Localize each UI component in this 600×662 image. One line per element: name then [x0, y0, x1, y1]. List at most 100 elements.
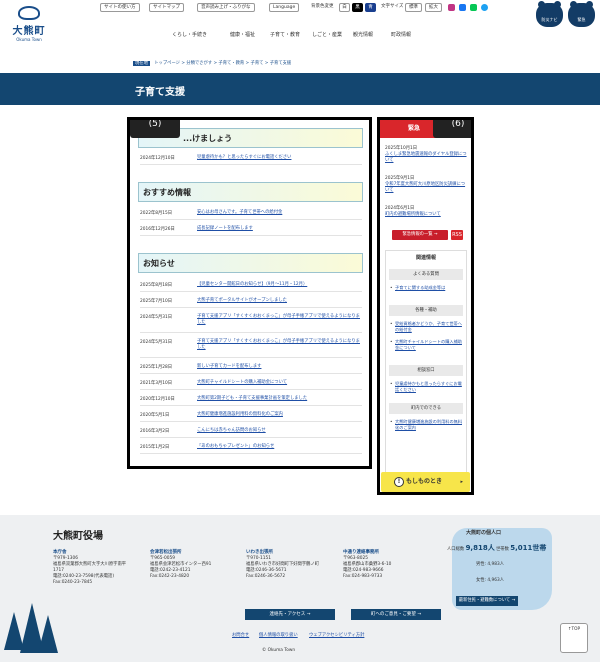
nav-work[interactable]: しごと・産業 [312, 31, 342, 38]
contact-access-button[interactable]: 連絡先・アクセス → [245, 609, 335, 620]
readaloud-link[interactable]: 音声読み上げ・ふりがな [197, 3, 255, 12]
language-link[interactable]: Language [269, 3, 300, 12]
item-date: 2021年3月10日 [140, 381, 173, 386]
region-label-6: (6) [433, 120, 471, 138]
item-link[interactable]: 大熊子育てポータルサイトがオープンしました [197, 298, 362, 304]
side-column-region: (6) 緊急 2025年10月1日 ふくしま緊急地震速報のダイヤル登録について … [377, 117, 474, 495]
item-link[interactable]: 【児童センター開館日のお知らせ】（9月～11月・12月） [197, 282, 362, 288]
population-total-label: 人口総数 [447, 547, 465, 552]
opinion-button[interactable]: 町へのご意見・ご要望 → [351, 609, 441, 620]
item-date: 2016年12月26日 [140, 227, 175, 232]
list-item: 2021年3月10日 大熊町チャイルドシートの購入補助金について [140, 379, 362, 390]
site-footer: 大熊町役場 本庁舎 〒979-1306 福島県双葉郡大熊町大字大川原字南平 17… [0, 515, 600, 662]
item-link[interactable]: 「あのおもちゃプレゼント」のお知らせ [197, 444, 362, 450]
share-icon[interactable] [481, 4, 488, 11]
list-item: 2024年5月31日 子育て支援アプリ「すくすくおおくまっこ」が母子手帳アプリで… [140, 313, 362, 333]
population-female-value: 4,963人 [487, 578, 505, 583]
office-line: Fax:0240-23-7845 [53, 580, 93, 585]
line-icon[interactable] [470, 4, 477, 11]
population-male-label: 男性 [476, 562, 485, 567]
population-female-label: 女性 [476, 578, 485, 583]
section-title-recommend: おすすめ情報 [143, 188, 191, 197]
list-item: 2016年3月2日 こんにちは赤ちゃん訪問のお知らせ [140, 427, 362, 438]
footer-title: 大熊町役場 [53, 531, 103, 542]
related-info-panel: 関連情報 よくある質問 子育てに関する助成金等は 各種・補助 受給資格者かどうか… [385, 250, 467, 492]
related-link[interactable]: 児童虐待かもと思ったらすぐにお電話ください [390, 381, 463, 393]
color-blue-button[interactable]: 青 [365, 3, 376, 12]
rss-icon[interactable]: RSS [451, 230, 463, 240]
office-aizu: 会津若松出張所 〒965-0059 福島県会津若松市インター西91 電話:024… [150, 550, 240, 580]
office-line: Fax:0242-23-4820 [150, 574, 190, 579]
footer-link-contact[interactable]: お問合せ [232, 632, 249, 638]
population-female: 女性: 4,963人 [476, 578, 505, 583]
back-to-top-button[interactable]: ↑TOP [560, 623, 588, 653]
instagram-icon[interactable] [448, 4, 455, 11]
emergency-item: 2025年9月1日 令和7年度大熊町大川原地区防災訓練について [385, 176, 469, 194]
item-date: 2020年12月10日 [140, 397, 175, 402]
item-date: 2025年1月28日 [140, 365, 173, 370]
office-line: Fax:024-983-9733 [343, 574, 383, 579]
item-link[interactable]: 令和7年度大熊町大川原地区防災訓練について [385, 182, 469, 194]
related-link[interactable]: 受給資格者かどうか、子育て世帯への給付金 [390, 321, 463, 333]
item-date: 2024年5月31日 [140, 340, 173, 345]
list-item: 2024年12月10日 児童虐待かも？と思ったらすぐにお電話ください [140, 154, 362, 165]
population-detail-button[interactable]: 最新住民・避難数について → [456, 596, 518, 606]
item-date: 2020年5月1日 [140, 413, 170, 418]
logo-subtext: Okuma Town [16, 37, 42, 42]
office-main: 本庁舎 〒979-1306 福島県双葉郡大熊町大字大川原字南平 1717 電話:… [53, 550, 143, 586]
sitemap-link[interactable]: サイトマップ [149, 3, 184, 12]
nav-childcare[interactable]: 子育て・教育 [270, 31, 300, 38]
item-link[interactable]: こんにちは赤ちゃん訪問のお知らせ [197, 428, 362, 434]
emergency-list-button[interactable]: 緊急情報の一覧 → [392, 230, 448, 240]
item-link[interactable]: 児童虐待かも？と思ったらすぐにお電話ください [197, 155, 362, 161]
office-line: Fax:0246-36-5672 [246, 574, 286, 579]
nav-living[interactable]: くらし・手続き [172, 31, 207, 38]
nav-townpolicy[interactable]: 町政情報 [391, 31, 411, 38]
emergency-item: 2024年6月1日 町内の避難場所情報について [385, 206, 469, 218]
color-white-button[interactable]: 白 [339, 3, 350, 12]
emergency-guide-label: もしものとき [406, 478, 443, 485]
disaster-navi-button[interactable]: 防災ナビ [536, 1, 563, 27]
list-item: 2025年1月28日 新しい子育てカードを配布します [140, 363, 362, 374]
item-link[interactable]: 成長記録ノートを配布します [197, 226, 362, 232]
chevron-right-icon: ▸ [460, 479, 463, 485]
population-male: 男性: 4,983人 [476, 562, 505, 567]
item-link[interactable]: 大熊町健康増進施設利用料の無料化のご案内 [197, 412, 362, 418]
footer-link-privacy[interactable]: 個人情報の取り扱い [259, 632, 298, 638]
fontsize-normal-button[interactable]: 標準 [405, 3, 422, 12]
related-link[interactable]: 大熊町健康増進施設の利用料の無料化のご案内 [390, 419, 463, 431]
fontsize-label: 文字サイズ [381, 3, 404, 12]
population-households-value: 5,011世帯 [510, 544, 547, 552]
item-date: 2025年8月18日 [140, 283, 173, 288]
town-logo[interactable]: 大熊町 Okuma Town [9, 6, 49, 42]
related-link[interactable]: 大熊町チャイルドシートの購入補助金について [390, 339, 463, 351]
facebook-icon[interactable] [459, 4, 466, 11]
list-item: 2015年1月2日 「あのおもちゃプレゼント」のお知らせ [140, 443, 362, 454]
footer-link-accessibility[interactable]: ウェブアクセシビリティ方針 [309, 632, 364, 638]
item-link[interactable]: ふくしま緊急地震速報のダイヤル登録について [385, 152, 469, 164]
item-link[interactable]: 新しい子育てカードを配布します [197, 364, 362, 370]
howto-link[interactable]: サイトの使い方 [100, 3, 140, 12]
color-change-label: 背景色変更 [311, 3, 334, 12]
related-info-title: 関連情報 [415, 255, 436, 261]
emergency-button[interactable]: 緊急 [568, 1, 595, 27]
item-link[interactable]: 子育て支援アプリ「すくすくおおくまっこ」が母子手帳アプリで使えるようになりました [197, 339, 362, 351]
emergency-guide-button[interactable]: ! もしものとき ▸ [381, 472, 470, 492]
related-link[interactable]: 子育てに関する助成金等は [390, 285, 463, 291]
fontsize-large-button[interactable]: 拡大 [425, 3, 442, 12]
item-link[interactable]: 町内の避難場所情報について [385, 212, 469, 218]
page-title: 子育て支援 [135, 87, 185, 98]
page-title-banner: 子育て支援 [0, 73, 600, 105]
breadcrumb-links[interactable]: トップページ > 分類でさがす > 子育て・教育 > 子育て > 子育て支援 [154, 61, 291, 66]
item-link[interactable]: 大熊町第2期子ども・子育て支援事業計画を策定しました [197, 396, 362, 402]
color-black-button[interactable]: 黒 [352, 3, 363, 12]
related-category: 町内でのできる [389, 403, 463, 414]
tree-illustration-icon [38, 615, 58, 653]
related-category: よくある質問 [389, 269, 463, 280]
item-link[interactable]: 子育て支援アプリ「すくすくおおくまっこ」が母子手帳アプリで使えるようになりました [197, 314, 362, 326]
nav-tourism[interactable]: 観光情報 [353, 31, 373, 38]
item-date: 2024年5月31日 [140, 315, 173, 320]
nav-health[interactable]: 健康・福祉 [230, 31, 255, 38]
item-link[interactable]: 安心はお母さんです。子育て世帯への給付金 [197, 210, 362, 216]
item-link[interactable]: 大熊町チャイルドシートの購入補助金について [197, 380, 362, 386]
